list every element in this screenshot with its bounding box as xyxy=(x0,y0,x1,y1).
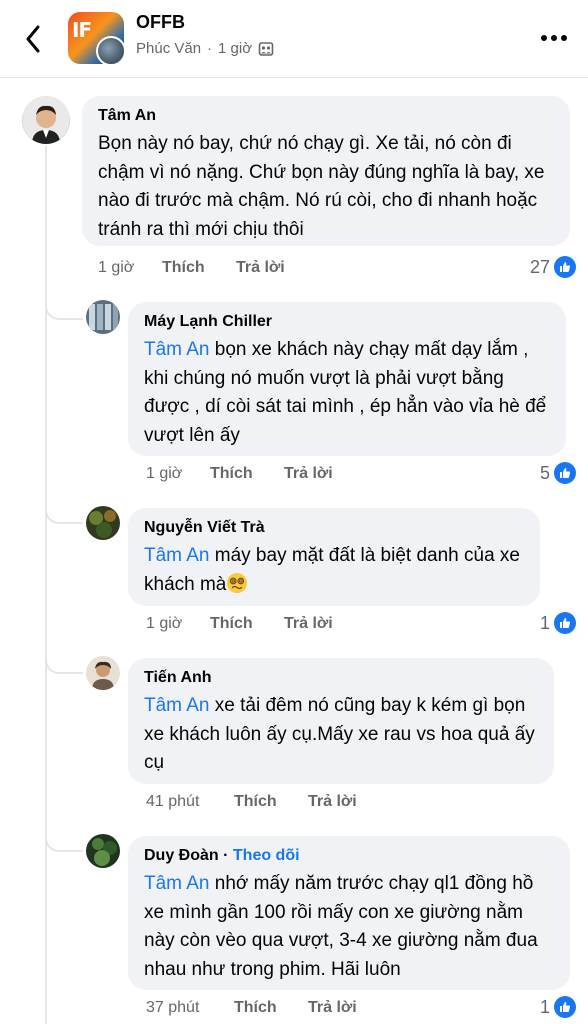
user-avatar-icon xyxy=(22,96,70,144)
reply-button[interactable]: Trả lời xyxy=(284,615,333,633)
comment-time[interactable]: 41 phút xyxy=(146,793,234,811)
reaction-count: 1 xyxy=(539,612,550,633)
chevron-left-icon xyxy=(26,25,40,53)
post-author[interactable]: Phúc Văn xyxy=(136,40,201,57)
comment-bubble[interactable]: Máy Lạnh Chiller Tâm An bọn xe khách này… xyxy=(128,302,566,456)
author-avatar xyxy=(96,36,124,64)
user-avatar-icon xyxy=(86,506,120,540)
comment-text: Tâm An máy bay mặt đất là biệt danh của … xyxy=(144,542,526,599)
mention-link[interactable]: Tâm An xyxy=(144,545,209,566)
avatar[interactable] xyxy=(86,300,120,334)
comment-author[interactable]: Tâm An xyxy=(98,106,556,126)
group-privacy-icon xyxy=(258,41,274,56)
comment-author[interactable]: Tiến Anh xyxy=(144,668,540,688)
like-button[interactable]: Thích xyxy=(234,999,308,1017)
comment-time[interactable]: 1 giờ xyxy=(146,615,210,633)
like-button[interactable]: Thích xyxy=(234,793,308,811)
like-button[interactable]: Thích xyxy=(210,615,284,633)
comment-bubble[interactable]: Tiến Anh Tâm An xe tải đêm nó cũng bay k… xyxy=(128,658,554,784)
post-meta: Phúc Văn · 1 giờ xyxy=(136,40,274,57)
comment-actions: 1 giờ Thích Trả lời xyxy=(146,615,333,633)
reply-connector xyxy=(45,502,83,524)
comment-author[interactable]: Nguyễn Viết Trà xyxy=(144,518,526,538)
mention-link[interactable]: Tâm An xyxy=(144,695,209,716)
follow-separator: · xyxy=(218,847,233,864)
page-avatar[interactable]: IF xyxy=(68,12,124,64)
follow-button[interactable]: Theo dõi xyxy=(233,847,300,864)
post-time[interactable]: 1 giờ xyxy=(218,40,252,57)
avatar[interactable] xyxy=(86,506,120,540)
comment-author[interactable]: Duy Đoàn xyxy=(144,847,219,864)
reaction-summary[interactable]: 5 xyxy=(540,462,576,484)
like-reaction-icon xyxy=(554,256,576,278)
comment-actions: 37 phút Thích Trả lời xyxy=(146,999,357,1017)
comment-author-line: Duy Đoàn · Theo dõi xyxy=(144,846,556,866)
page-logo: IF xyxy=(72,18,92,42)
comment-time[interactable]: 37 phút xyxy=(146,999,234,1017)
reply-connector xyxy=(45,830,83,852)
comment-text: Tâm An bọn xe khách này chạy mất dạy lắm… xyxy=(144,336,552,450)
comment-text: Bọn này nó bay, chứ nó chạy gì. Xe tải, … xyxy=(98,133,545,240)
page-name[interactable]: OFFB xyxy=(136,12,185,33)
user-avatar-icon xyxy=(86,656,120,690)
comment-time[interactable]: 1 giờ xyxy=(146,465,210,483)
post-header: IF OFFB Phúc Văn · 1 giờ xyxy=(0,0,588,78)
reaction-summary[interactable]: 1 xyxy=(540,612,576,634)
meta-separator: · xyxy=(207,40,213,57)
reply-button[interactable]: Trả lời xyxy=(308,793,357,811)
reply-button[interactable]: Trả lời xyxy=(284,465,333,483)
reaction-summary[interactable]: 27 xyxy=(530,256,576,278)
comment-text: Tâm An xe tải đêm nó cũng bay k kém gì b… xyxy=(144,692,540,778)
like-reaction-icon xyxy=(554,462,576,484)
avatar[interactable] xyxy=(86,656,120,690)
avatar[interactable] xyxy=(86,834,120,868)
comment-actions: 1 giờ Thích Trả lời xyxy=(146,465,333,483)
comment-actions: 1 giờ Thích Trả lời xyxy=(98,259,285,277)
reply-connector xyxy=(45,298,83,320)
back-button[interactable] xyxy=(18,22,48,56)
reaction-count: 27 xyxy=(529,256,550,277)
more-options-button[interactable] xyxy=(538,26,570,50)
reply-button[interactable]: Trả lời xyxy=(308,999,357,1017)
reaction-count: 5 xyxy=(539,462,550,483)
user-avatar-icon xyxy=(86,834,120,868)
thread-line xyxy=(45,146,47,1024)
reply-button[interactable]: Trả lời xyxy=(236,259,285,277)
comment-bubble[interactable]: Tâm An Bọn này nó bay, chứ nó chạy gì. X… xyxy=(82,96,570,246)
mention-link[interactable]: Tâm An xyxy=(144,339,209,360)
reaction-summary[interactable]: 1 xyxy=(540,996,576,1018)
like-button[interactable]: Thích xyxy=(162,259,236,277)
woozy-face-emoji xyxy=(227,572,248,593)
comment-time[interactable]: 1 giờ xyxy=(98,259,162,277)
comment-actions: 41 phút Thích Trả lời xyxy=(146,793,357,811)
like-reaction-icon xyxy=(554,996,576,1018)
avatar[interactable] xyxy=(22,96,70,144)
user-avatar-icon xyxy=(86,300,120,334)
more-dots-icon xyxy=(541,35,567,41)
comment-bubble[interactable]: Nguyễn Viết Trà Tâm An máy bay mặt đất l… xyxy=(128,508,540,606)
reaction-count: 1 xyxy=(539,996,550,1017)
comment-author[interactable]: Máy Lạnh Chiller xyxy=(144,312,552,332)
mention-link[interactable]: Tâm An xyxy=(144,873,209,894)
reply-connector xyxy=(45,652,83,674)
comment-text: Tâm An nhớ mấy năm trước chạy ql1 đồng h… xyxy=(144,870,556,984)
comment-bubble[interactable]: Duy Đoàn · Theo dõi Tâm An nhớ mấy năm t… xyxy=(128,836,570,990)
like-button[interactable]: Thích xyxy=(210,465,284,483)
like-reaction-icon xyxy=(554,612,576,634)
